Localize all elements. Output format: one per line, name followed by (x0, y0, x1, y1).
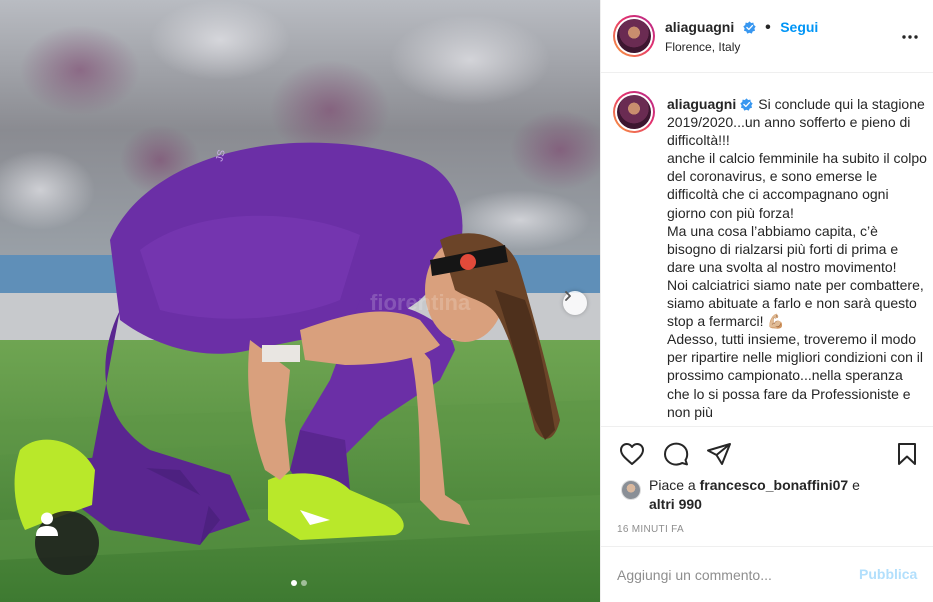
post-timestamp[interactable]: 16 MINUTI FA (617, 524, 684, 535)
verified-badge-icon (740, 98, 753, 111)
avatar[interactable] (613, 15, 655, 57)
user-icon (36, 512, 58, 536)
caption-block: aliaguagni Si conclude qui la stagione 20… (667, 95, 929, 421)
carousel-next-button[interactable] (563, 291, 587, 315)
caption-area: aliaguagni Si conclude qui la stagione 20… (601, 73, 933, 426)
likes-conjunction: e (848, 477, 860, 493)
likes-summary: Piace a francesco_bonaffini07 e altri 99… (649, 476, 919, 514)
carousel-dot-active (291, 580, 297, 586)
caption-text: Si conclude qui la stagione 2019/2020...… (667, 96, 927, 420)
likes-others-link[interactable]: altri 990 (649, 496, 702, 512)
post-photo[interactable]: JS fiorentina (0, 0, 600, 602)
more-options-button[interactable] (901, 27, 919, 50)
photo-illustration: JS fiorentina (0, 0, 600, 602)
save-button[interactable] (896, 442, 918, 471)
follow-separator: • (765, 19, 771, 36)
post-sidebar: aliaguagni • Segui Florence, Italy aliag… (600, 0, 933, 602)
post-location[interactable]: Florence, Italy (665, 40, 740, 54)
carousel-dot (301, 580, 307, 586)
more-options-icon (902, 35, 918, 39)
bookmark-icon (898, 443, 916, 465)
post-header: aliaguagni • Segui Florence, Italy (601, 0, 933, 73)
share-icon (707, 443, 731, 465)
header-username[interactable]: aliaguagni (665, 19, 734, 35)
post-actions: Piace a francesco_bonaffini07 e altri 99… (601, 426, 933, 546)
verified-badge-icon (743, 21, 756, 34)
carousel-indicator (291, 580, 307, 586)
like-button[interactable] (619, 442, 645, 471)
comment-button[interactable] (663, 442, 689, 471)
liker-avatar[interactable] (621, 480, 641, 500)
comment-input[interactable] (617, 563, 847, 587)
comment-icon (664, 442, 689, 466)
tagged-users-button[interactable] (35, 511, 99, 575)
publish-button[interactable]: Pubblica (859, 566, 917, 582)
likes-prefix: Piace a (649, 477, 700, 493)
liker-username[interactable]: francesco_bonaffini07 (700, 477, 849, 493)
caption-username[interactable]: aliaguagni (667, 96, 736, 112)
heart-icon (620, 443, 644, 465)
watermark-text: fiorentina (370, 290, 471, 315)
follow-button[interactable]: Segui (780, 19, 818, 35)
chevron-right-icon (565, 291, 571, 301)
share-button[interactable] (706, 442, 732, 471)
comment-box: Pubblica (601, 546, 933, 602)
caption-avatar[interactable] (613, 91, 655, 133)
